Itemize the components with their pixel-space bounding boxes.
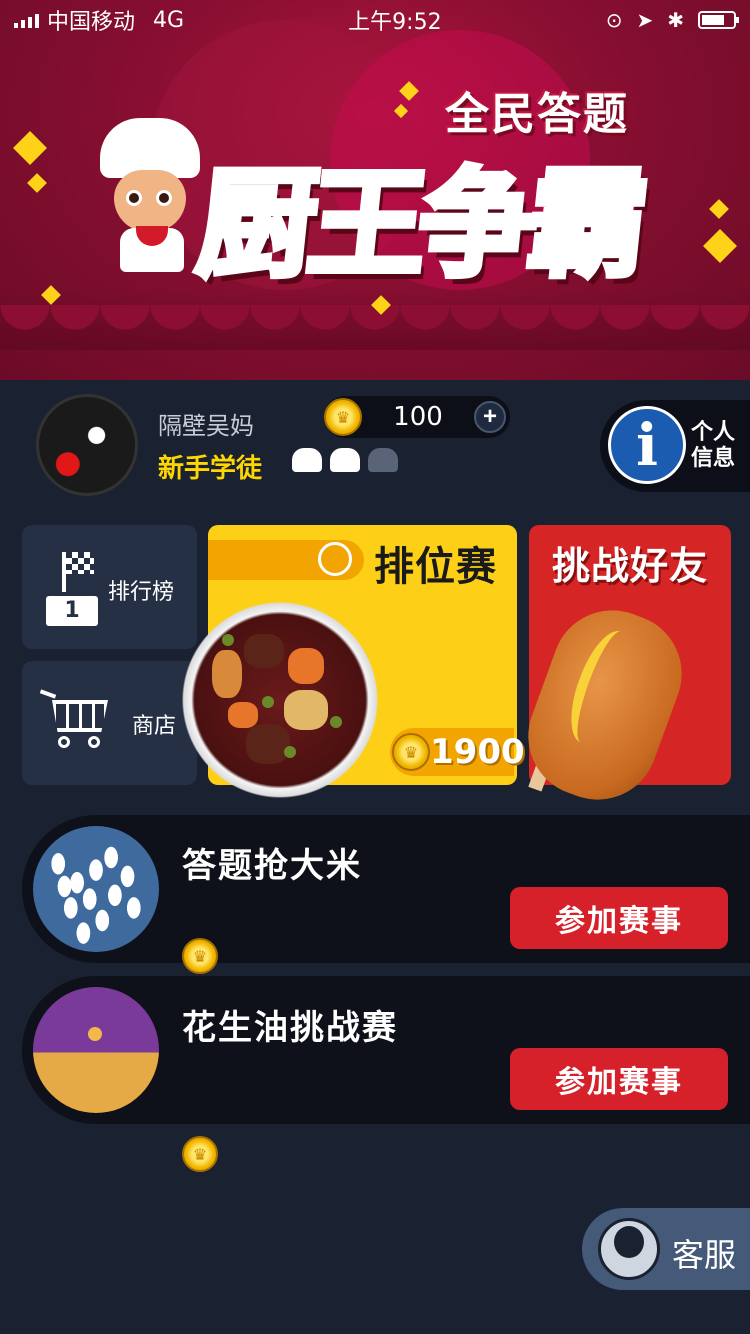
carrier-name: 中国移动 — [47, 10, 136, 35]
chef-eye — [126, 190, 142, 206]
chef-face — [114, 170, 186, 232]
user-icon — [318, 542, 352, 576]
chef-hat-icon — [368, 448, 398, 472]
event-title: 答题抢大米 — [182, 846, 362, 886]
stew-beef — [244, 634, 284, 668]
join-event-button[interactable]: 参加赛事 — [510, 887, 728, 949]
bluetooth-icon: ✱ — [667, 8, 684, 32]
chef-eye — [156, 190, 172, 206]
status-left: 中国移动 4G — [14, 4, 184, 36]
sparkle-icon — [27, 173, 47, 193]
cart-wheel — [58, 736, 70, 748]
battery-icon — [697, 11, 739, 29]
stew-beef — [246, 724, 290, 764]
stew-pea — [330, 716, 342, 728]
sparkle-icon — [709, 199, 729, 219]
cart-icon — [52, 700, 108, 732]
chef-hat-icon — [292, 448, 322, 472]
coin-amount: 100 — [393, 402, 443, 432]
coin-icon — [182, 1136, 218, 1172]
coin-icon — [324, 398, 362, 436]
stew-potato — [212, 650, 242, 698]
avatar[interactable] — [36, 394, 138, 496]
rotation-lock-icon: ⊙ — [605, 8, 623, 32]
oil-drop — [88, 1027, 102, 1041]
headset-person — [614, 1226, 644, 1258]
clock: 上午9:52 — [348, 10, 442, 35]
coin-icon — [392, 733, 430, 771]
chef-hat — [100, 118, 200, 178]
customer-service-label: 客服 — [672, 1236, 737, 1274]
stew-bowl-image — [170, 590, 390, 810]
join-event-button[interactable]: 参加赛事 — [510, 1048, 728, 1110]
chef-hat-icon — [330, 448, 360, 472]
ranked-match-title: 排位赛 — [374, 544, 497, 590]
cart-wheel — [88, 736, 100, 748]
chef-hat-rating — [292, 448, 398, 472]
stew-pea — [222, 634, 234, 646]
shop-label: 商店 — [132, 714, 177, 739]
peanut-oil-event-image — [33, 987, 159, 1113]
signal-icon — [14, 12, 39, 28]
podium-icon: 1 — [46, 596, 98, 626]
stew-pea — [262, 696, 274, 708]
status-bar: 中国移动 4G 上午9:52 ⊙ ➤ ✱ — [0, 0, 750, 40]
profile-info-label: 个人信息 — [690, 420, 735, 471]
network-type: 4G — [153, 7, 185, 33]
leaderboard-label: 排行榜 — [108, 580, 175, 605]
event-title: 花生油挑战赛 — [182, 1008, 398, 1048]
coin-balance: 100 + — [324, 396, 510, 438]
coin-icon — [182, 938, 218, 974]
stew-pea — [284, 746, 296, 758]
checkered-flag-icon — [66, 552, 94, 574]
challenge-friends-title: 挑战好友 — [552, 544, 709, 588]
ranked-match-cost: 1900 — [430, 732, 525, 772]
header-banner: 全民答题 厨王争霸 — [0, 0, 750, 380]
status-right: ⊙ ➤ ✱ — [605, 8, 739, 32]
game-title: 厨王争霸 — [189, 151, 650, 296]
stew-carrot — [288, 648, 324, 684]
username: 隔壁吴妈 — [158, 412, 254, 440]
rank-title: 新手学徒 — [158, 454, 263, 484]
curtain-fringe — [0, 305, 750, 380]
rice-event-image — [33, 826, 159, 952]
stew-potato — [284, 690, 328, 730]
sparkle-icon — [13, 131, 47, 165]
sparkle-icon — [703, 229, 737, 263]
location-icon: ➤ — [636, 8, 654, 32]
info-icon: i — [608, 406, 686, 484]
add-coins-button[interactable]: + — [474, 401, 506, 433]
stew-carrot — [228, 702, 258, 728]
